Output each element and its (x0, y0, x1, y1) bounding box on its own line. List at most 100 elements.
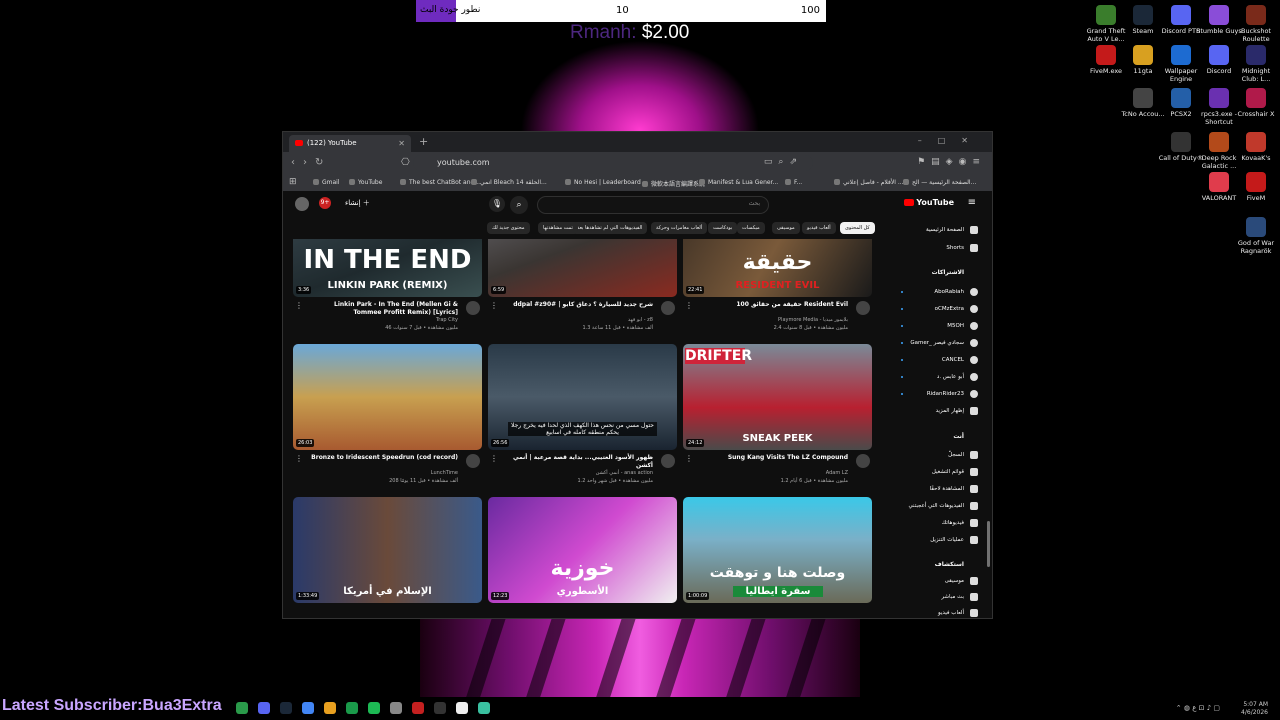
tab-youtube[interactable]: (122) YouTube ✕ (289, 135, 411, 152)
taskbar-app-icon[interactable] (302, 702, 314, 714)
sidebar-subscription[interactable]: CANCEL (942, 355, 978, 365)
channel-name[interactable]: ابو فهد - z8 (503, 317, 653, 323)
taskbar-app-icon[interactable] (280, 702, 292, 714)
taskbar-app-icon[interactable] (258, 702, 270, 714)
desktop-icon[interactable]: Crosshair X (1233, 88, 1279, 118)
bookmark-item[interactable]: Manifest & Lua Gener... (699, 179, 778, 186)
sidebar-you-item[interactable]: قوائم التشغيل (932, 467, 978, 477)
bookmark-item[interactable]: YouTube (349, 179, 382, 186)
taskbar-app-icon[interactable] (236, 702, 248, 714)
sidebar-you-item[interactable]: فيديوهاتك (942, 518, 978, 528)
notifications-bell-icon[interactable]: 9+ (319, 197, 331, 209)
filter-chip[interactable]: ميكسات (737, 222, 765, 234)
account-avatar[interactable] (295, 197, 309, 211)
tab-close-icon[interactable]: ✕ (398, 135, 405, 152)
address-bar[interactable]: ⎔ youtube.com ▭⌕⇗ (401, 155, 813, 171)
channel-name[interactable]: Adam LZ (698, 470, 848, 476)
video-card[interactable]: DRIFTER SNEAK PEEK 24:12 ⋮ Sung Kang Visits … (683, 344, 872, 490)
system-tray-icons[interactable]: ⌃ ◍ ع ⊡ ♪ ▢ (1176, 704, 1220, 712)
sidebar-show-more[interactable]: إظهار المزيد (936, 406, 978, 416)
filter-chip[interactable]: ألعاب فيديو (802, 222, 836, 234)
taskbar-app-icon[interactable] (346, 702, 358, 714)
bookmark-item[interactable]: F... (785, 179, 802, 186)
video-card[interactable]: وصلت هنا و توهقت سفرة ايطاليا 1:00:09 (683, 497, 872, 603)
video-title[interactable]: ddpal #z90# | شرح جديد للسيارة ؟ دعاق كا… (503, 301, 653, 309)
clock[interactable]: 5:07 AM 4/6/2026 (1241, 701, 1268, 717)
video-thumbnail[interactable]: 6:59 (488, 239, 677, 297)
hamburger-menu-icon[interactable]: ≡ (968, 197, 976, 208)
sidebar-item-shorts[interactable]: Shorts (946, 243, 978, 253)
bookmark-item[interactable]: الأفلام - فاصل إعلاني ... (834, 179, 904, 186)
subscriptions-header[interactable]: الاشتراكات (932, 269, 964, 276)
more-options-icon[interactable]: ⋮ (490, 301, 498, 310)
video-thumbnail[interactable]: IN THE END LINKIN PARK (REMIX) 3:36 (293, 239, 482, 297)
bookmark-icon[interactable]: ⎔ (401, 157, 410, 168)
taskbar-app-icon[interactable] (368, 702, 380, 714)
sidebar-you-item[interactable]: الفيديوهات التي أعجبتني (908, 501, 978, 511)
desktop-icon[interactable]: FiveM (1233, 172, 1279, 202)
channel-name[interactable]: LunchTime (308, 470, 458, 476)
sidebar-you-item[interactable]: السجلّ (948, 450, 978, 460)
sidebar-subscription[interactable]: أبو عابس .د (937, 372, 978, 382)
filter-chip[interactable]: ألعاب مغامرات وحركة (651, 222, 708, 234)
filter-chip[interactable]: موسيقى (772, 222, 800, 234)
video-thumbnail[interactable]: 26:03 (293, 344, 482, 450)
video-card[interactable]: IN THE END LINKIN PARK (REMIX) 3:36 ⋮ Linkin… (293, 239, 482, 337)
filter-chip[interactable]: الفيديوهات التي لم تشاهدها بعد (572, 222, 648, 234)
more-options-icon[interactable]: ⋮ (295, 301, 303, 310)
filter-chip[interactable]: محتوى جديد لك (487, 222, 530, 234)
channel-avatar[interactable] (856, 301, 870, 315)
new-tab-icon[interactable]: + (419, 135, 428, 148)
bookmark-item[interactable]: 微軟本語言編譯系統 (642, 179, 705, 188)
video-card[interactable]: 26:03 ⋮ Bronze to Iridescent Speedrun (cod… (293, 344, 482, 490)
filter-chip[interactable]: تمت مشاهدتها (538, 222, 578, 234)
more-options-icon[interactable]: ⋮ (685, 301, 693, 310)
sidebar-explore-item[interactable]: بث مباشر (941, 592, 978, 602)
video-title[interactable]: 100 حقيقة من حقائق Resident Evil (698, 301, 848, 309)
sidebar-subscription[interactable]: RidanRider23 (927, 389, 978, 399)
filter-chip[interactable]: كل المحتوى (840, 222, 875, 234)
channel-name[interactable]: Playmore Media - بلايمور ميديا (698, 317, 848, 323)
video-thumbnail[interactable]: الإسلام في أمريكا 1:33:49 (293, 497, 482, 603)
video-thumbnail[interactable]: حتول مسي من نحس هذا الكهف الذي لحدا فيه … (488, 344, 677, 450)
window-controls[interactable]: –□✕ (918, 136, 984, 145)
video-title[interactable]: ظهور الأسود العتيبي... بداية قصة مرعبة |… (503, 454, 653, 470)
video-thumbnail[interactable]: وصلت هنا و توهقت سفرة ايطاليا 1:00:09 (683, 497, 872, 603)
taskbar-app-icon[interactable] (456, 702, 468, 714)
desktop-icon[interactable]: God of War Ragnarök (1233, 217, 1279, 255)
sidebar-explore-item[interactable]: موسيقى (945, 576, 978, 586)
you-header[interactable]: أنت (953, 433, 964, 440)
bookmark-item[interactable]: الصفحة الرئيسية — الح... (903, 179, 976, 186)
taskbar-app-icon[interactable] (434, 702, 446, 714)
channel-avatar[interactable] (661, 454, 675, 468)
sidebar-you-item[interactable]: عمليات التنزيل (930, 535, 978, 545)
bookmark-item[interactable]: The best ChatBot and... (400, 179, 480, 186)
sidebar-subscription[interactable]: AboRabiah (934, 287, 978, 297)
video-title[interactable]: Sung Kang Visits The LZ Compound (698, 454, 848, 462)
bookmark-item[interactable]: No Hesi | Leaderboard (565, 179, 641, 186)
more-options-icon[interactable]: ⋮ (685, 454, 693, 463)
apps-grid-icon[interactable]: ⊞ (289, 177, 297, 187)
desktop-icon[interactable]: Buckshot Roulette (1233, 5, 1279, 43)
video-card[interactable]: حقيقة RESIDENT EVIL 22:41 ⋮ 100 حقيقة من حقا… (683, 239, 872, 337)
video-thumbnail[interactable]: خوزية الأسطوري 12:23 (488, 497, 677, 603)
bookmark-item[interactable]: انمي Bleach الحلقة 14... (471, 179, 547, 186)
video-title[interactable]: Linkin Park - In The End (Mellen Gi & To… (308, 301, 458, 317)
search-input[interactable]: ⌕ بحث (510, 196, 769, 214)
scrollbar-thumb[interactable] (987, 521, 990, 567)
taskbar-app-icon[interactable] (412, 702, 424, 714)
channel-name[interactable]: أنمي أكشن - anas action (503, 470, 653, 476)
sidebar-subscription[interactable]: M5OH (947, 321, 978, 331)
desktop-icon[interactable]: Midnight Club: L... (1233, 45, 1279, 83)
video-title[interactable]: Bronze to Iridescent Speedrun (cod recor… (308, 454, 458, 462)
sidebar-subscription[interactable]: Gamer_ سجادي فيصر (910, 338, 978, 348)
channel-avatar[interactable] (661, 301, 675, 315)
sidebar-explore-item[interactable]: ألعاب فيديو (938, 608, 978, 618)
taskbar-app-icon[interactable] (478, 702, 490, 714)
desktop-icon[interactable]: KovaaK's (1233, 132, 1279, 162)
bookmark-item[interactable]: Gmail (313, 179, 340, 186)
video-card[interactable]: الإسلام في أمريكا 1:33:49 (293, 497, 482, 603)
video-thumbnail[interactable]: DRIFTER SNEAK PEEK 24:12 (683, 344, 872, 450)
channel-avatar[interactable] (466, 301, 480, 315)
sidebar-you-item[interactable]: المشاهدة لاحقًا (930, 484, 978, 494)
